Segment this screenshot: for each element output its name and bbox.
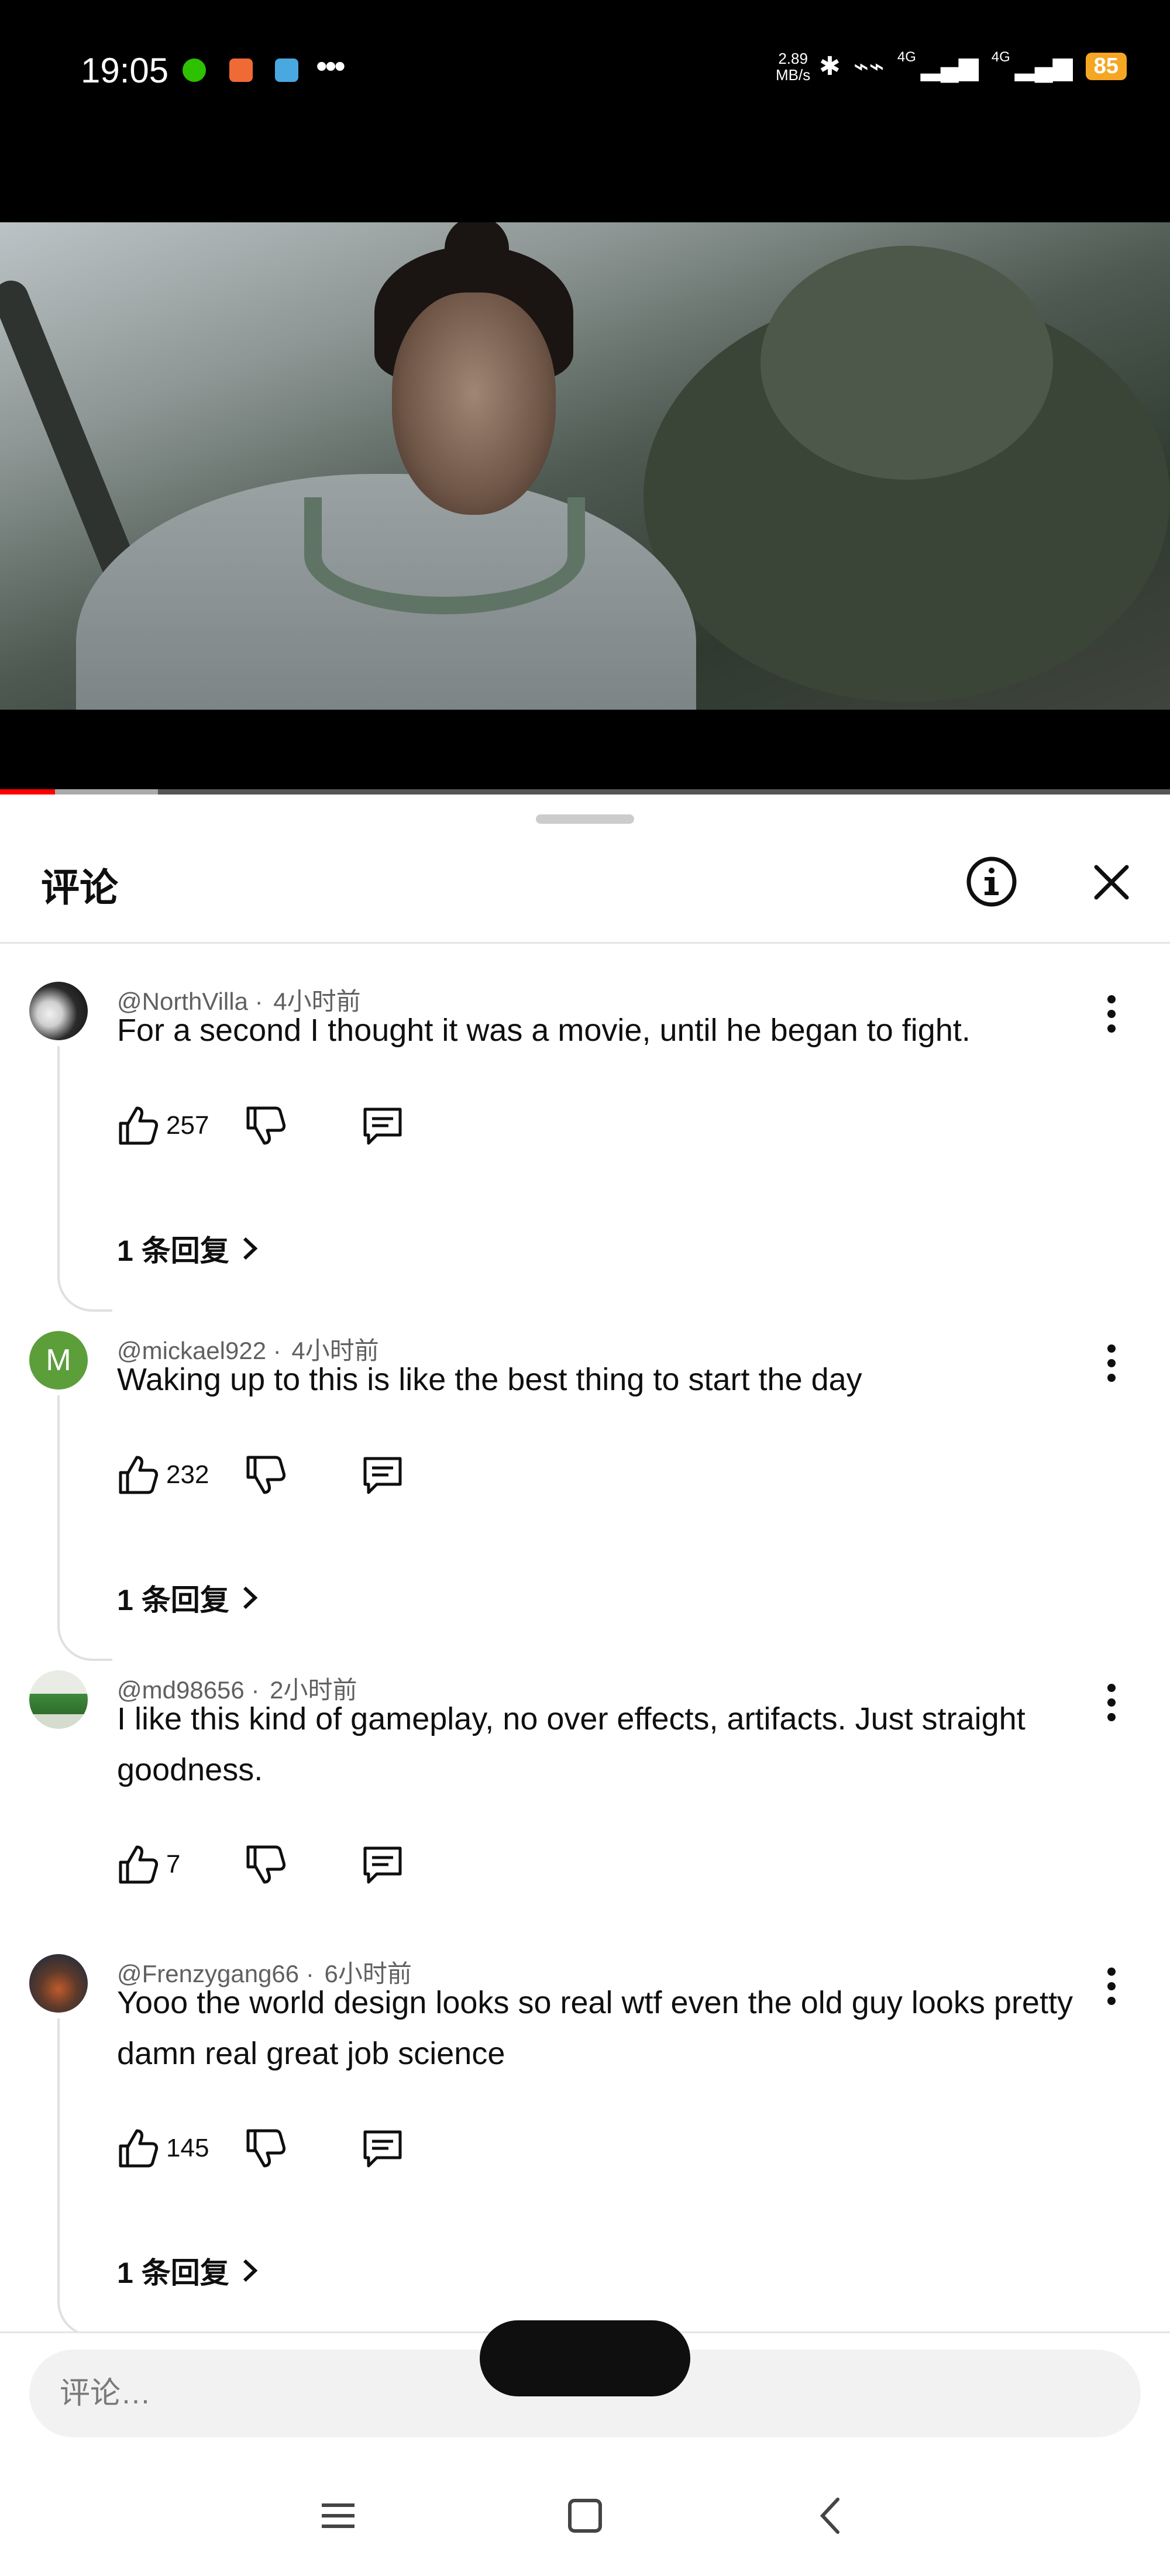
avatar[interactable] <box>29 982 88 1040</box>
more-notifications-icon: ••• <box>316 47 346 84</box>
header-divider <box>0 942 1170 944</box>
view-replies-button[interactable]: 1 条回复 <box>117 1577 261 1619</box>
avatar[interactable]: M <box>29 1331 88 1390</box>
network-type-1: 4G <box>897 49 916 65</box>
view-replies-button[interactable]: 1 条回复 <box>117 2250 261 2292</box>
comment-actions: 257 <box>115 1102 406 1149</box>
comment-text: I like this kind of gameplay, no over ef… <box>117 1701 1026 1787</box>
network-type-2: 4G <box>991 49 1010 65</box>
close-icon[interactable] <box>1088 859 1135 906</box>
menu-icon[interactable] <box>309 2486 367 2545</box>
floating-pill-button[interactable] <box>480 2320 690 2396</box>
earbuds-icon: ⌁⌁ <box>853 52 885 81</box>
thumbs-down-icon[interactable] <box>242 1452 289 1498</box>
more-options-icon[interactable] <box>1106 1343 1117 1384</box>
thumbs-up-icon[interactable] <box>115 2125 161 2172</box>
comment-text: Yooo the world design looks so real wtf … <box>117 1985 1073 2071</box>
thread-line <box>57 2018 112 2337</box>
replies-label: 1 条回复 <box>117 1234 229 1267</box>
progress-played <box>0 789 55 795</box>
replies-label: 1 条回复 <box>117 1584 229 1617</box>
reply-icon[interactable] <box>359 1452 406 1498</box>
network-speed: 2.89 MB/s <box>776 50 810 83</box>
comment-actions: 7 <box>115 1841 406 1888</box>
signal-icon: ▂▄▆ <box>1014 52 1073 81</box>
reply-icon[interactable] <box>359 2125 406 2172</box>
home-icon[interactable] <box>556 2486 614 2545</box>
more-options-icon[interactable] <box>1106 1682 1117 1723</box>
app-notification-icon <box>229 59 253 82</box>
video-progress-bar[interactable] <box>0 789 1170 795</box>
drag-handle[interactable] <box>536 814 634 824</box>
reply-icon[interactable] <box>359 1102 406 1149</box>
system-nav-bar <box>0 2475 1170 2557</box>
more-options-icon[interactable] <box>1106 1966 1117 2007</box>
chevron-right-icon <box>243 1237 258 1260</box>
thumbs-down-icon[interactable] <box>242 2125 289 2172</box>
network-speed-value: 2.89 <box>778 50 808 67</box>
view-replies-button[interactable]: 1 条回复 <box>117 1227 261 1270</box>
thumbs-up-icon[interactable] <box>115 1841 161 1888</box>
info-icon[interactable] <box>965 855 1018 908</box>
thumbs-up-icon[interactable] <box>115 1452 161 1498</box>
status-icons: ✱ ⌁⌁ 4G ▂▄▆ 4G ▂▄▆ 85 <box>819 49 1127 81</box>
bluetooth-icon: ✱ <box>819 52 841 81</box>
thumbs-up-icon[interactable] <box>115 1102 161 1149</box>
like-count: 7 <box>166 1850 181 1879</box>
character-scarf <box>304 497 585 614</box>
comments-sheet: 评论 @NorthVilla · 4小时前 For a second I tho… <box>0 796 1170 2574</box>
app-notification-icon <box>275 59 298 82</box>
character-face <box>392 293 556 515</box>
chevron-right-icon <box>243 2259 258 2282</box>
reply-icon[interactable] <box>359 1841 406 1888</box>
sheet-title: 评论 <box>41 866 118 909</box>
status-time: 19:05 <box>81 51 169 90</box>
comment-text: Waking up to this is like the best thing… <box>117 1362 862 1397</box>
thread-line <box>57 1395 112 1661</box>
back-icon[interactable] <box>803 2486 861 2545</box>
signal-icon: ▂▄▆ <box>920 52 979 81</box>
thumbs-down-icon[interactable] <box>242 1841 289 1888</box>
avatar[interactable] <box>29 1954 88 2013</box>
video-player[interactable] <box>0 222 1170 710</box>
comment-text: For a second I thought it was a movie, u… <box>117 1013 971 1048</box>
like-count: 232 <box>166 1460 209 1489</box>
video-letterbox <box>0 710 1170 795</box>
status-bar: 19:05 ••• 2.89 MB/s ✱ ⌁⌁ 4G ▂▄▆ 4G ▂▄▆ 8… <box>0 0 1170 222</box>
background-foliage <box>760 246 1053 480</box>
thread-line <box>57 1046 112 1312</box>
chevron-right-icon <box>243 1586 258 1609</box>
wechat-icon <box>183 59 206 82</box>
like-count: 257 <box>166 1111 209 1140</box>
thumbs-down-icon[interactable] <box>242 1102 289 1149</box>
more-options-icon[interactable] <box>1106 993 1117 1034</box>
like-count: 145 <box>166 2134 209 2162</box>
network-speed-unit: MB/s <box>776 66 811 84</box>
avatar[interactable] <box>29 1670 88 1729</box>
comment-actions: 145 <box>115 2125 406 2172</box>
replies-label: 1 条回复 <box>117 2257 229 2289</box>
comment-actions: 232 <box>115 1452 406 1498</box>
battery-indicator: 85 <box>1085 53 1127 80</box>
